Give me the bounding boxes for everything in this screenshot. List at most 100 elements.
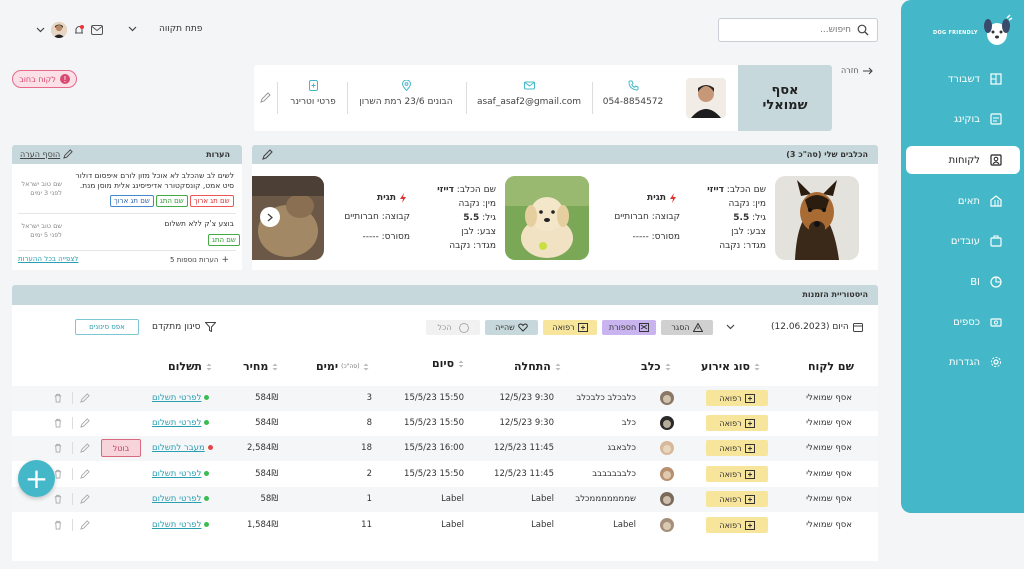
col-header-end[interactable]: סיום — [432, 357, 464, 370]
col-header-days[interactable]: ימים (סה"כ) — [316, 360, 369, 373]
sidebar-item-bi[interactable]: BI — [905, 268, 1020, 296]
edit-pencil-icon[interactable] — [80, 494, 90, 504]
payment-link[interactable]: לפרטי תשלום — [152, 418, 210, 428]
trash-icon[interactable] — [53, 520, 63, 530]
search-input[interactable] — [721, 19, 851, 41]
avatar[interactable] — [51, 22, 67, 38]
sidebar-item-booking[interactable]: בוקינג — [905, 105, 1020, 133]
edit-pencil-icon[interactable] — [80, 520, 90, 530]
col-header-event[interactable]: סוג אירוע — [701, 360, 760, 373]
payment-link[interactable]: לפרטי תשלום — [152, 393, 210, 403]
note-time: לפני 5 ימים — [30, 231, 62, 239]
edit-pencil-icon[interactable] — [260, 92, 271, 103]
dog-avatar — [660, 391, 674, 405]
more-notes[interactable]: 5 הערות נוספות + — [170, 255, 229, 265]
sidebar-item-customers[interactable]: לקוחות — [906, 146, 1020, 174]
edit-pencil-icon[interactable] — [262, 149, 273, 160]
cell-price: 584₪ — [255, 393, 278, 403]
table-row[interactable]: אסף שמואלי רפואה כלבבבבבבב 12/5/23 11:45 15/… — [12, 462, 878, 487]
chevron-down-icon[interactable] — [726, 324, 735, 330]
event-label: רפואה — [719, 418, 742, 428]
dog-color: צבע: לבן — [731, 227, 766, 237]
trash-icon[interactable] — [53, 494, 63, 504]
history-title: היסטוריית הזמנות — [802, 290, 868, 299]
mail-icon[interactable] — [91, 25, 103, 35]
cancelled-badge[interactable]: בוטל — [101, 439, 141, 457]
filter-chip-meds[interactable]: רפואה — [543, 320, 597, 335]
filter-chip-stay[interactable]: שהייה — [485, 320, 538, 335]
table-row[interactable]: אסף שמואלי רפואה שמממממממכלב Label Label 1 58₪… — [12, 487, 878, 512]
trash-icon[interactable] — [53, 443, 63, 453]
filter-chip-all[interactable]: הכל — [426, 320, 480, 335]
status-dot — [204, 420, 210, 425]
filter-label: הכל — [437, 323, 452, 332]
advanced-filter-label: סינון מתקדם — [152, 322, 201, 332]
payment-link[interactable]: לפרטי תשלום — [152, 469, 210, 479]
date-label: היום (12.06.2023) — [771, 322, 849, 332]
event-badge: רפואה — [706, 390, 768, 406]
event-label: רפואה — [719, 469, 742, 479]
sidebar-item-cells[interactable]: תאים — [905, 187, 1020, 215]
branch-label: פתח תקווה — [159, 24, 203, 34]
carousel-next-button[interactable] — [260, 207, 280, 227]
mail-icon — [523, 81, 535, 90]
dog-info: שם הכלב: דייזי מין: נקבה גיל: 5.5 צבע: ל… — [686, 183, 766, 253]
payment-link[interactable]: לפרטי תשלום — [152, 494, 210, 504]
sidebar-item-employees[interactable]: עובדים — [905, 227, 1020, 255]
vet-details[interactable]: פרטי וטרינר — [284, 80, 342, 107]
divider — [466, 82, 467, 114]
date-picker[interactable]: היום (12.06.2023) — [771, 322, 863, 332]
view-all-notes-link[interactable]: לצפייה בכל ההערות — [18, 255, 78, 263]
logo: DOG FRIENDLY — [933, 14, 1013, 48]
edit-pencil-icon[interactable] — [80, 443, 90, 453]
col-header-payment[interactable]: תשלום — [168, 360, 212, 373]
chevron-down-icon[interactable] — [36, 27, 45, 33]
trash-icon[interactable] — [53, 418, 63, 428]
payment-label: לפרטי תשלום — [152, 469, 202, 479]
col-header-price[interactable]: מחיר — [243, 360, 278, 373]
edit-pencil-icon[interactable] — [80, 469, 90, 479]
money-icon — [990, 318, 1002, 327]
dog-avatar — [660, 492, 674, 506]
trash-icon[interactable] — [53, 393, 63, 403]
location-pin-icon — [401, 80, 411, 91]
payment-link[interactable]: מעבר לתשלום — [152, 443, 213, 453]
customer-phone[interactable]: 054-8854572 — [600, 80, 666, 107]
payment-link[interactable]: לפרטי תשלום — [152, 520, 210, 530]
cell-days: 3 — [366, 393, 372, 403]
dog-logo-icon — [984, 14, 1013, 45]
payment-label: לפרטי תשלום — [152, 494, 202, 504]
sidebar-item-money[interactable]: כספים — [905, 308, 1020, 336]
branch-select[interactable]: פתח תקווה — [128, 24, 202, 34]
dog-photo[interactable] — [505, 176, 589, 260]
dog-photo[interactable] — [775, 176, 859, 260]
filter-chip-supply[interactable]: חספורת — [602, 320, 656, 335]
edit-pencil-icon[interactable] — [80, 418, 90, 428]
edit-pencil-icon[interactable] — [80, 393, 90, 403]
table-row[interactable]: אסף שמואלי רפואה כלבכלב כלבכלב 12/5/23 9:30… — [12, 386, 878, 411]
reset-filters-button[interactable]: אפס סינונים — [75, 319, 139, 335]
chevron-down-icon — [128, 26, 137, 32]
back-link[interactable]: חזרה — [841, 66, 873, 75]
sort-icon — [555, 363, 561, 370]
table-row[interactable]: אסף שמואלי רפואה כלב 12/5/23 9:30 15/5/23 15… — [12, 411, 878, 436]
phone-value: 054-8854572 — [602, 97, 664, 107]
advanced-filter-button[interactable]: סינון מתקדם — [152, 322, 216, 332]
customer-email[interactable]: asaf_asaf2@gmail.com — [474, 80, 584, 107]
cell-customer: אסף שמואלי — [806, 494, 852, 504]
col-header-customer[interactable]: שם לקוח — [808, 360, 854, 373]
sidebar-item-settings[interactable]: הגדרות — [905, 348, 1020, 376]
dog-name-label: שם הכלב: — [456, 185, 496, 195]
table-row[interactable]: אסף שמואלי רפואה כלבאבג 12/5/23 11:45 15/5/2… — [12, 436, 878, 461]
payment-label: לפרטי תשלום — [152, 393, 202, 403]
col-header-start[interactable]: התחלה — [514, 360, 561, 373]
add-note-button[interactable]: הוסף הערה — [20, 149, 73, 159]
filter-label: רפואה — [552, 323, 575, 332]
notification-bell-icon[interactable] — [73, 24, 85, 36]
col-header-dog[interactable]: כלב — [641, 360, 671, 373]
add-fab-button[interactable]: + — [18, 460, 55, 497]
table-row[interactable]: אסף שמואלי רפואה Label Label Label 11 1,584₪ לפ… — [12, 513, 878, 538]
sidebar-item-dashboard[interactable]: דשבורד — [905, 65, 1020, 93]
divider — [18, 250, 236, 251]
filter-chip-warn[interactable]: הסגר — [661, 320, 713, 335]
